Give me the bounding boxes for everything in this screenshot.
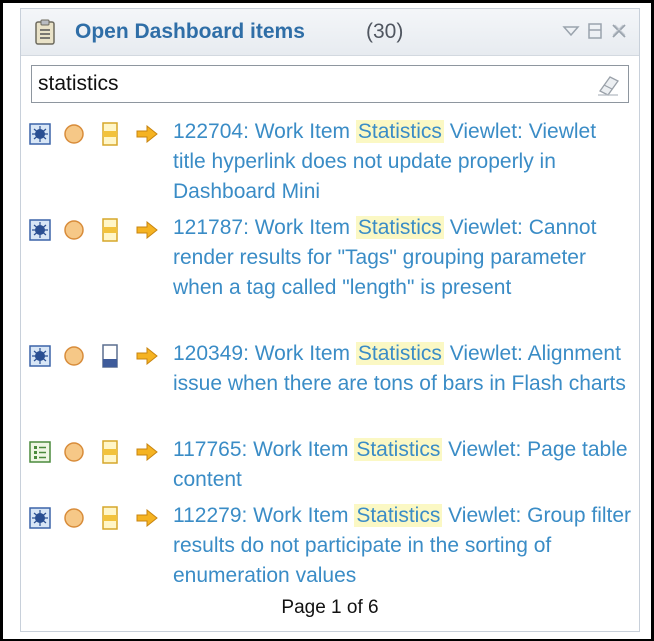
priority-medium-icon	[99, 121, 121, 147]
arrow-right-icon	[135, 508, 159, 528]
dashboard-panel: Open Dashboard items (30) statistics 122…	[20, 8, 640, 632]
severity-icon	[63, 123, 85, 145]
work-item-list: 122704: Work Item Statistics Viewlet: Vi…	[29, 117, 633, 597]
item-icons	[29, 121, 169, 147]
item-icons	[29, 343, 169, 369]
severity-icon	[63, 219, 85, 241]
priority-medium-icon	[99, 505, 121, 531]
maximize-icon[interactable]	[585, 21, 605, 41]
arrow-right-icon	[135, 442, 159, 462]
frame-top	[0, 0, 654, 3]
work-item-link[interactable]: 112279: Work Item Statistics Viewlet: Gr…	[173, 501, 633, 591]
defect-icon	[29, 123, 51, 145]
work-item-link[interactable]: 117765: Work Item Statistics Viewlet: Pa…	[173, 435, 633, 495]
list-item: 112279: Work Item Statistics Viewlet: Gr…	[29, 501, 633, 597]
list-item: 122704: Work Item Statistics Viewlet: Vi…	[29, 117, 633, 213]
eraser-icon[interactable]	[596, 73, 620, 97]
defect-icon	[29, 219, 51, 241]
priority-low-icon	[99, 343, 121, 369]
arrow-right-icon	[135, 124, 159, 144]
task-icon	[29, 441, 51, 463]
defect-icon	[29, 345, 51, 367]
search-box	[31, 65, 629, 103]
frame-left	[0, 0, 3, 641]
item-icons	[29, 217, 169, 243]
work-item-link[interactable]: 120349: Work Item Statistics Viewlet: Al…	[173, 339, 633, 399]
item-count: (30)	[366, 20, 404, 43]
close-icon[interactable]	[609, 21, 629, 41]
work-item-link[interactable]: 121787: Work Item Statistics Viewlet: Ca…	[173, 213, 633, 303]
severity-icon	[63, 345, 85, 367]
defect-icon	[29, 507, 51, 529]
list-item: 120349: Work Item Statistics Viewlet: Al…	[29, 339, 633, 435]
search-input[interactable]	[38, 70, 578, 98]
severity-icon	[63, 507, 85, 529]
list-item: 121787: Work Item Statistics Viewlet: Ca…	[29, 213, 633, 339]
arrow-right-icon	[135, 220, 159, 240]
item-icons	[29, 439, 169, 465]
priority-medium-icon	[99, 217, 121, 243]
pagination-label: Page 1 of 6	[281, 597, 379, 618]
severity-icon	[63, 441, 85, 463]
item-icons	[29, 505, 169, 531]
work-item-link[interactable]: 122704: Work Item Statistics Viewlet: Vi…	[173, 117, 633, 207]
priority-medium-icon	[99, 439, 121, 465]
panel-titlebar: Open Dashboard items (30)	[21, 9, 639, 56]
clipboard-icon	[34, 19, 56, 45]
minimize-icon[interactable]	[561, 21, 581, 41]
arrow-right-icon	[135, 346, 159, 366]
list-item: 117765: Work Item Statistics Viewlet: Pa…	[29, 435, 633, 501]
panel-title: Open Dashboard items	[75, 20, 305, 43]
